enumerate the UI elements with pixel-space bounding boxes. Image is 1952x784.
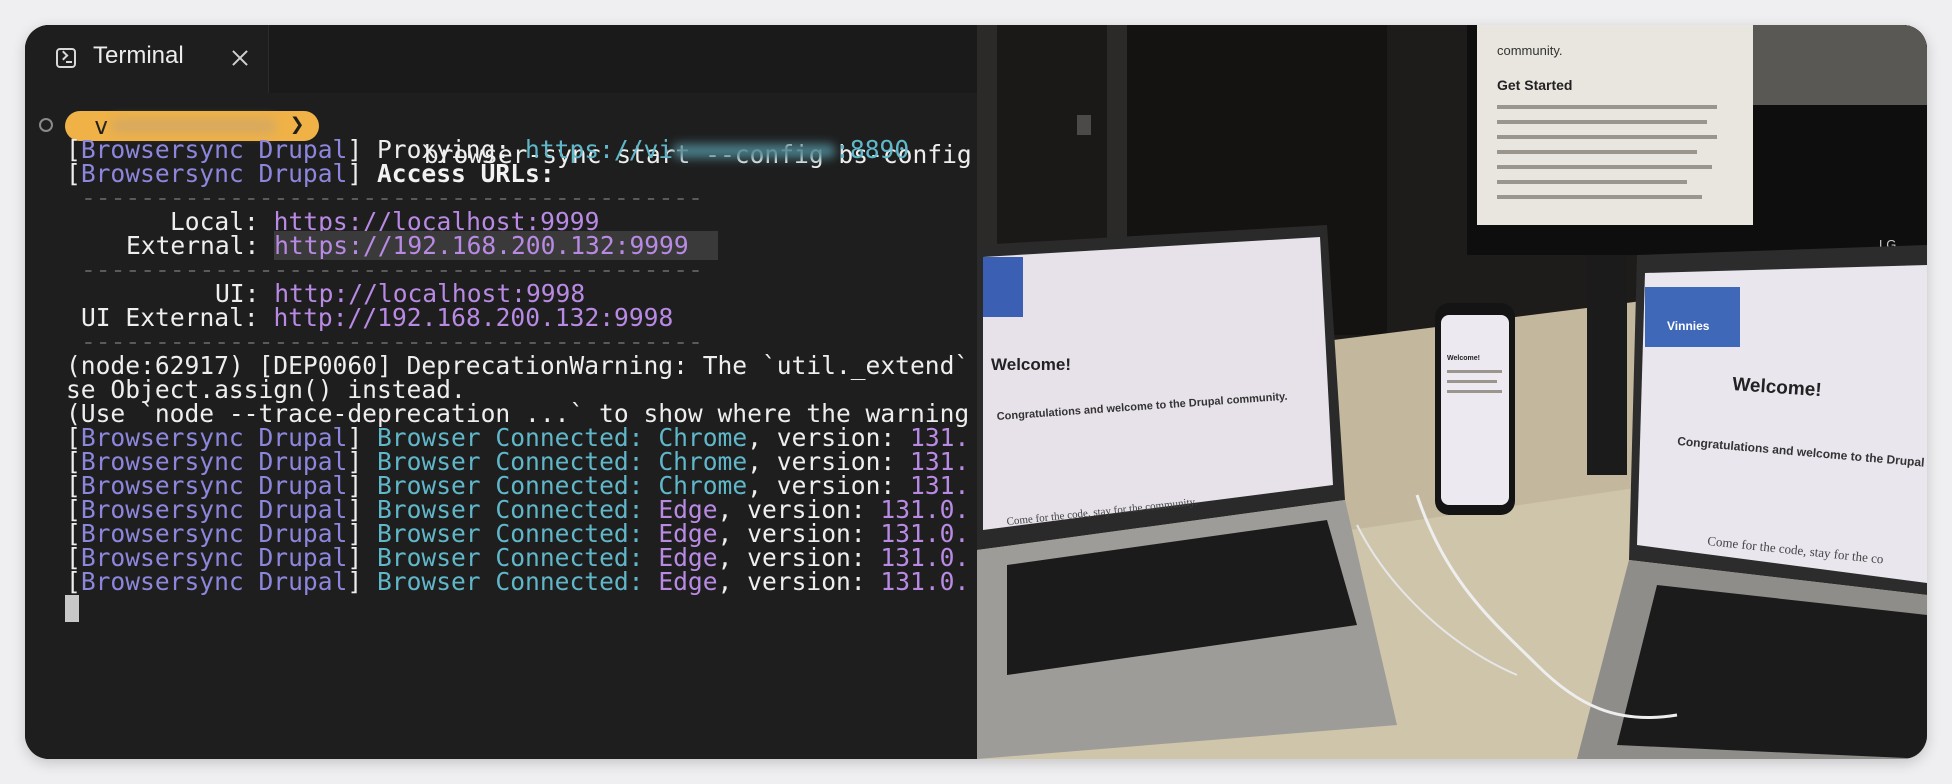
monitor-top-text: community. (1497, 43, 1563, 58)
device-photo-illustration: community. Get Started LG Welcome! Congr… (977, 25, 1927, 759)
laptop-right-brand: Vinnies (1667, 319, 1710, 333)
browser-name: Edge (658, 567, 718, 596)
terminal-window: Terminal v ❯ browser-sync start --config… (25, 25, 1927, 759)
terminal-cursor (65, 595, 79, 622)
browser-version: 131.0. (880, 567, 970, 596)
phone-heading: Welcome! (1447, 355, 1480, 362)
monitor-heading: Get Started (1497, 77, 1572, 93)
log-prefix: Browsersync Drupal (80, 567, 348, 596)
tab-title: Terminal (93, 42, 184, 69)
connection-line: [Browsersync Drupal] Browser Connected: … (66, 567, 970, 596)
connected-label: Browser Connected: (376, 567, 644, 596)
chevron-right-icon: ❯ (290, 110, 305, 138)
version-label: , version: (717, 567, 881, 596)
close-icon[interactable] (229, 47, 251, 69)
prompt-status-icon (39, 118, 53, 132)
device-photo: community. Get Started LG Welcome! Congr… (977, 25, 1927, 759)
laptop-left-heading: Welcome! (991, 355, 1071, 374)
tab-terminal[interactable]: Terminal (25, 25, 269, 93)
proxy-url-end[interactable]: :8890 (835, 135, 909, 164)
redacted-host (673, 144, 836, 158)
terminal-output[interactable]: v ❯ browser-sync start --config bs-confi… (25, 93, 977, 759)
redacted-username (111, 118, 276, 134)
tab-bar: Terminal (25, 25, 977, 93)
terminal-icon (56, 48, 76, 68)
